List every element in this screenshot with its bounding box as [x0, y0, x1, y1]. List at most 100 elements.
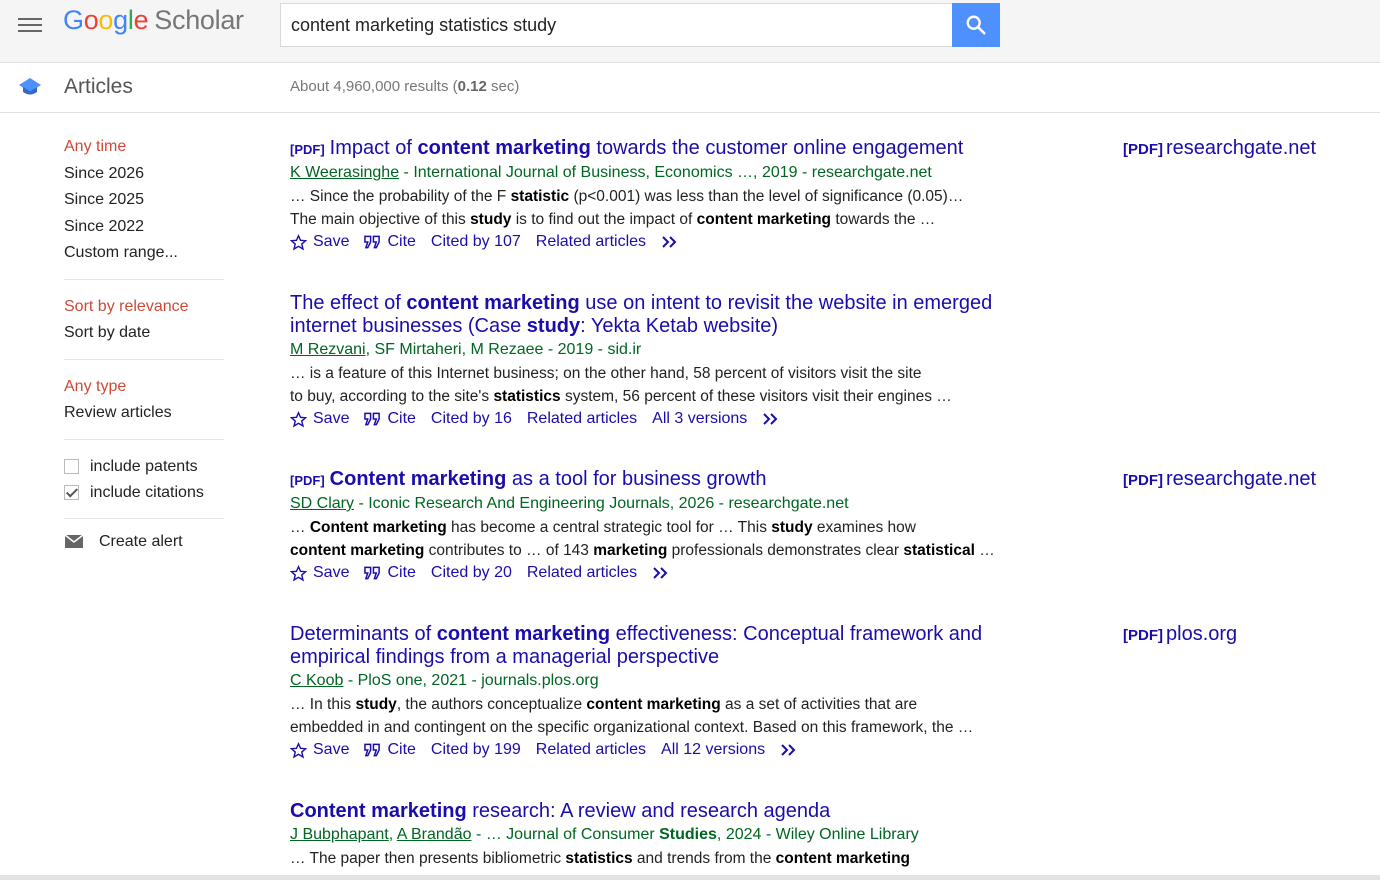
include-patents-checkbox[interactable]	[64, 459, 79, 474]
more-actions-button[interactable]	[661, 235, 685, 249]
include-patents-option[interactable]: include patents	[64, 454, 224, 480]
filter-since-2026[interactable]: Since 2026	[64, 161, 224, 188]
more-actions-button[interactable]	[780, 743, 804, 757]
versions-link[interactable]: All 12 versions	[661, 741, 765, 759]
envelope-icon	[64, 534, 84, 548]
versions-link[interactable]: All 3 versions	[652, 410, 747, 428]
text-run: (p<0.001) was less than the level of sig…	[569, 188, 964, 205]
section-label[interactable]: Articles	[64, 75, 133, 99]
highlight-term: content marketing	[406, 292, 580, 314]
more-actions-button[interactable]	[652, 566, 676, 580]
result-title-link[interactable]: Determinants of content marketing effect…	[290, 623, 1020, 669]
cite-label: Cite	[387, 564, 416, 581]
result-title-link[interactable]: Content marketing research: A review and…	[290, 800, 1020, 823]
search-box	[280, 3, 952, 47]
cite-button[interactable]: Cite	[364, 233, 416, 251]
author-link[interactable]: J Bubphapant	[290, 826, 389, 843]
include-citations-option[interactable]: include citations	[64, 480, 224, 506]
cite-button[interactable]: Cite	[364, 410, 416, 428]
create-alert-button[interactable]: Create alert	[64, 533, 224, 551]
filter-since-2022[interactable]: Since 2022	[64, 214, 224, 241]
cited-by-link[interactable]: Cited by 20	[431, 564, 512, 582]
highlight-term: study	[771, 519, 813, 536]
cited-by-link[interactable]: Cited by 16	[431, 410, 512, 428]
pdf-source-link[interactable]: [PDF] researchgate.net	[1123, 137, 1316, 160]
pdf-source-name: plos.org	[1166, 623, 1238, 645]
google-scholar-logo[interactable]: Google Scholar	[63, 5, 244, 36]
save-button[interactable]: Save	[290, 564, 349, 582]
author-link[interactable]: A Brandão	[397, 826, 472, 843]
pdf-source-link[interactable]: [PDF] plos.org	[1123, 623, 1237, 646]
related-articles-link[interactable]: Related articles	[527, 564, 637, 582]
filter-any-time[interactable]: Any time	[64, 134, 224, 161]
cited-by-link[interactable]: Cited by 199	[431, 741, 521, 759]
include-citations-checkbox[interactable]	[64, 485, 79, 500]
text-run: examines how	[812, 519, 916, 536]
author-link[interactable]: C Koob	[290, 672, 343, 689]
result-title-link[interactable]: The effect of content marketing use on i…	[290, 292, 1020, 338]
text-run: and trends from the	[632, 850, 776, 867]
result-actions: Save Cite Cited by 20 Related articles	[290, 564, 1350, 582]
text-run: - PloS one, 2021 - journals.plos.org	[343, 672, 599, 689]
filter-any-type[interactable]: Any type	[64, 374, 224, 401]
result-authors: K Weerasinghe - International Journal of…	[290, 161, 1350, 185]
highlight-term: Studies	[659, 826, 717, 843]
text-run: Determinants of	[290, 623, 437, 645]
save-label: Save	[313, 410, 350, 427]
related-articles-link[interactable]: Related articles	[536, 233, 646, 251]
result-item: Content marketing research: A review and…	[290, 800, 1350, 870]
horizontal-scrollbar[interactable]	[0, 875, 1380, 880]
cite-button[interactable]: Cite	[364, 741, 416, 759]
quote-icon	[364, 235, 381, 249]
text-run: The effect of	[290, 292, 407, 314]
result-authors: M Rezvani, SF Mirtaheri, M Rezaee - 2019…	[290, 338, 1350, 362]
result-snippet: … In this study, the authors conceptuali…	[290, 693, 1020, 739]
text-run: The main objective of this	[290, 211, 471, 228]
text-run: towards the …	[831, 211, 936, 228]
save-label: Save	[313, 741, 350, 758]
cite-button[interactable]: Cite	[364, 564, 416, 582]
filter-since-2025[interactable]: Since 2025	[64, 187, 224, 214]
save-button[interactable]: Save	[290, 410, 349, 428]
result-snippet: … is a feature of this Internet business…	[290, 362, 1020, 408]
search-input[interactable]	[281, 4, 941, 46]
divider	[64, 438, 224, 440]
text-run: , SF Mirtaheri, M Rezaee - 2019 - sid.ir	[365, 341, 642, 358]
top-bar: Google Scholar	[0, 0, 1380, 63]
save-label: Save	[313, 564, 350, 581]
text-run: … is a feature of this Internet business…	[290, 365, 922, 382]
pdf-source-link[interactable]: [PDF] researchgate.net	[1123, 468, 1316, 491]
text-run: has become a central strategic tool for …	[446, 519, 772, 536]
double-chevron-icon	[763, 413, 778, 425]
highlight-term: content marketing	[290, 542, 425, 559]
highlight-term: content marketing	[696, 211, 832, 228]
save-label: Save	[313, 233, 350, 250]
cited-by-link[interactable]: Cited by 107	[431, 233, 521, 251]
save-button[interactable]: Save	[290, 741, 349, 759]
filter-review-articles[interactable]: Review articles	[64, 400, 224, 427]
author-link[interactable]: M Rezvani	[290, 341, 366, 358]
cite-label: Cite	[387, 233, 416, 250]
quote-icon	[364, 566, 381, 580]
result-title-link[interactable]: [PDF] Impact of content marketing towards…	[290, 137, 1020, 161]
save-button[interactable]: Save	[290, 233, 349, 251]
highlight-term: marketing	[593, 542, 668, 559]
author-link[interactable]: SD Clary	[290, 495, 354, 512]
related-articles-link[interactable]: Related articles	[536, 741, 646, 759]
sort-by-relevance[interactable]: Sort by relevance	[64, 294, 224, 321]
hamburger-menu-icon[interactable]	[18, 14, 42, 34]
search-button[interactable]	[952, 3, 1000, 47]
highlight-term: content marketing	[417, 137, 591, 159]
graduation-cap-icon	[19, 78, 41, 95]
more-actions-button[interactable]	[762, 412, 786, 426]
filter-custom-range[interactable]: Custom range...	[64, 240, 224, 267]
star-icon	[290, 233, 307, 251]
related-articles-link[interactable]: Related articles	[527, 410, 637, 428]
star-icon	[290, 741, 307, 759]
sort-by-date[interactable]: Sort by date	[64, 320, 224, 347]
author-link[interactable]: K Weerasinghe	[290, 164, 399, 181]
result-title-link[interactable]: [PDF] Content marketing as a tool for bus…	[290, 468, 1020, 492]
highlight-term: Content marketing	[329, 468, 507, 490]
highlight-term: statistic	[510, 188, 570, 205]
highlight-term: Content marketing	[309, 519, 447, 536]
